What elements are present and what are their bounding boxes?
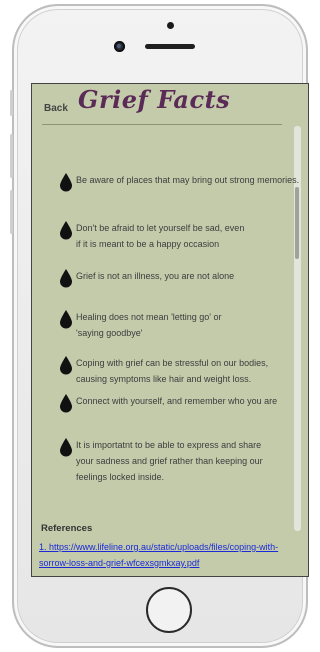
page-title: Grief Facts — [78, 85, 231, 114]
phone-volume-up — [10, 134, 13, 178]
fact-item: Connect with yourself, and remember who … — [59, 393, 277, 413]
fact-text: It is importatnt to be able to express a… — [76, 440, 263, 482]
water-drop-icon — [60, 269, 72, 288]
fact-text: Connect with yourself, and remember who … — [76, 396, 278, 406]
reference-link[interactable]: 1. https://www.lifeline.org.au/static/up… — [39, 539, 301, 571]
references-heading: References — [41, 523, 93, 534]
fact-text: Coping with grief can be stressful on ou… — [76, 358, 269, 384]
scrollbar-thumb[interactable] — [295, 187, 299, 259]
sensor-dot — [167, 22, 174, 29]
water-drop-icon — [60, 394, 72, 413]
app-screen: Grief Facts Back Be aware of places that… — [31, 83, 309, 577]
earpiece-speaker — [145, 44, 195, 49]
fact-item: It is importatnt to be able to express a… — [59, 437, 263, 485]
fact-item: Grief is not an illness, you are not alo… — [59, 268, 234, 288]
fact-item: Be aware of places that may bring out st… — [59, 172, 299, 192]
water-drop-icon — [60, 221, 72, 240]
fact-text: Healing does not mean 'letting go' or 's… — [76, 312, 222, 338]
water-drop-icon — [60, 438, 72, 457]
fact-text: Be aware of places that may bring out st… — [76, 175, 300, 185]
fact-item: Healing does not mean 'letting go' or 's… — [59, 309, 222, 341]
water-drop-icon — [60, 356, 72, 375]
back-button[interactable]: Back — [44, 103, 68, 114]
fact-item: Don't be afraid to let yourself be sad, … — [59, 220, 244, 252]
front-camera-icon — [114, 41, 125, 52]
home-button[interactable] — [146, 587, 192, 633]
fact-text: Don't be afraid to let yourself be sad, … — [76, 223, 245, 249]
water-drop-icon — [60, 173, 72, 192]
fact-item: Coping with grief can be stressful on ou… — [59, 355, 268, 387]
phone-volume-down — [10, 190, 13, 234]
water-drop-icon — [60, 310, 72, 329]
fact-text: Grief is not an illness, you are not alo… — [76, 271, 235, 281]
phone-side-button — [10, 90, 13, 116]
header-divider — [42, 124, 282, 125]
